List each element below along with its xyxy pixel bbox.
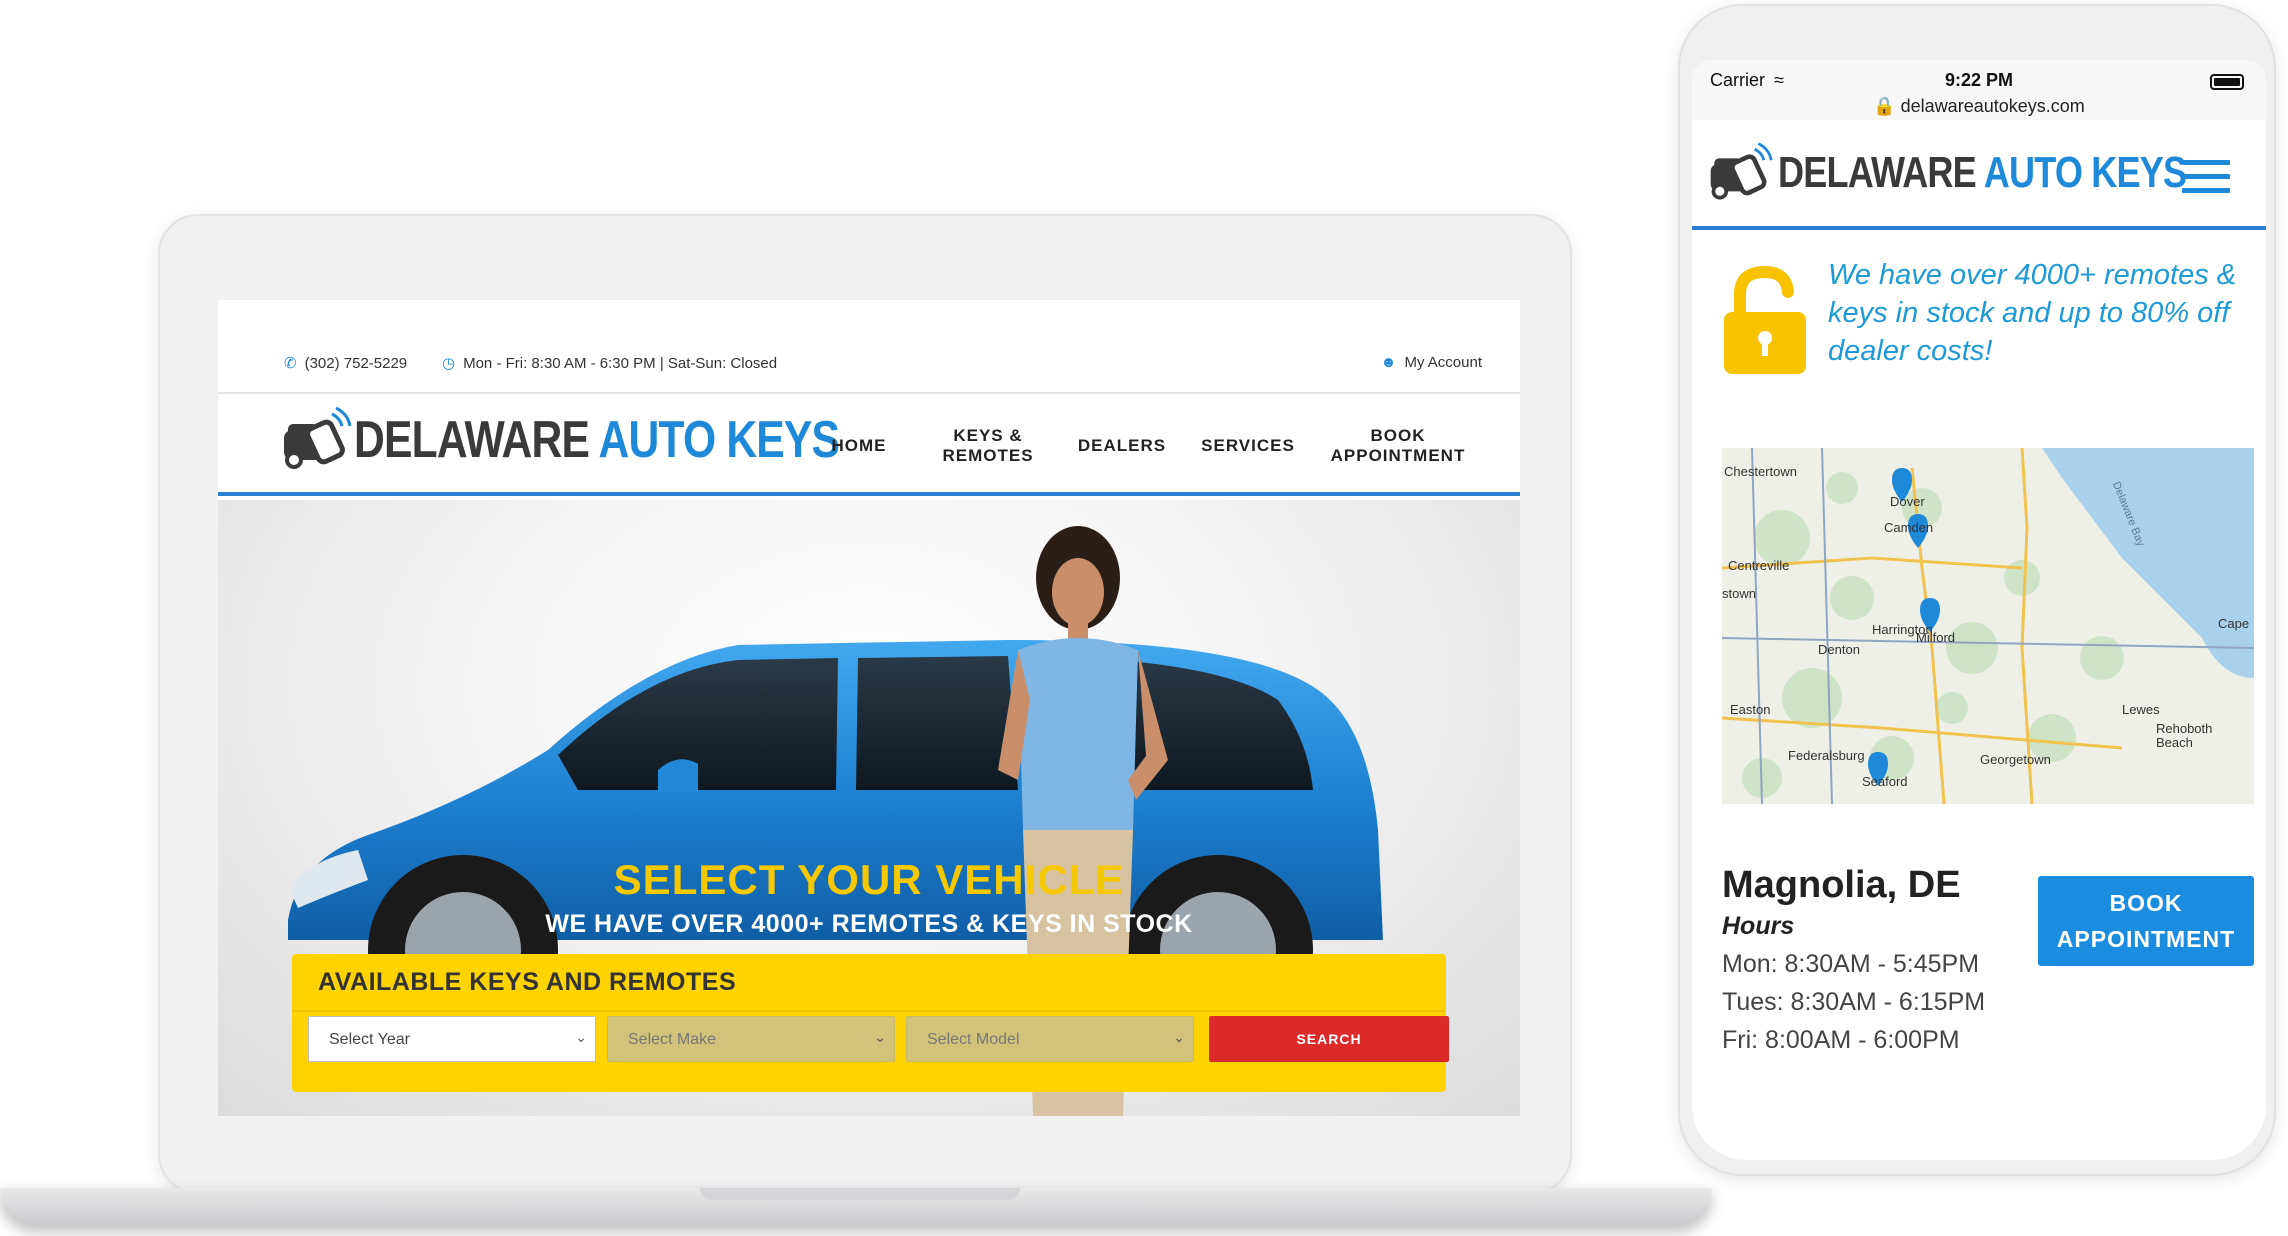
map-label: stown [1722,586,1756,601]
search-divider [292,1010,1446,1012]
business-hours: ◷ Mon - Fri: 8:30 AM - 6:30 PM | Sat-Sun… [442,354,778,373]
select-model-value: Select Model [927,1031,1020,1048]
map-label: Chestertown [1724,464,1797,479]
phone-link[interactable]: ✆ (302) 752-5229 [284,354,408,373]
map-label: Milford [1916,630,1956,645]
hours-line: Mon: 8:30AM - 5:45PM [1722,950,1980,978]
logo-wordmark: DELAWARE AUTO KEYS [354,411,840,469]
main-navbar: DELAWARE AUTO KEYS HOME KEYS & REMOTES D… [218,394,1520,496]
map-label: Centreville [1728,558,1790,573]
hours-line: Tues: 8:30AM - 6:15PM [1722,988,1986,1016]
map-label: Cape [2218,616,2250,631]
desktop-website: ✆ (302) 752-5229 ◷ Mon - Fri: 8:30 AM - … [218,300,1520,1116]
user-icon: ☻ [1380,354,1397,371]
vehicle-search-panel: AVAILABLE KEYS AND REMOTES Select Year ⌄… [292,954,1449,1092]
dealer-locations-map[interactable]: Chestertown Dover Camden Centreville sto… [1722,448,2254,804]
hero-subtitle: WE HAVE OVER 4000+ REMOTES & KEYS IN STO… [545,910,1193,938]
battery-icon [2210,74,2244,90]
chevron-down-icon: ⌄ [1173,1029,1185,1045]
map-label: Seaford [1862,774,1908,789]
select-year-dropdown[interactable]: Select Year ⌄ [308,1016,596,1062]
clock-icon: ◷ [442,355,456,372]
nav-services[interactable]: SERVICES [1178,436,1318,456]
nav-keys-remotes[interactable]: KEYS & REMOTES [918,426,1058,466]
select-model-dropdown[interactable]: Select Model ⌄ [906,1016,1194,1062]
unlocked-padlock-icon [1724,266,1806,374]
mobile-website: Carrier ≈ 9:22 PM 🔒 delawareautokeys.com… [1692,60,2266,1160]
nav-dealers[interactable]: DEALERS [1052,436,1192,456]
nav-home[interactable]: HOME [789,436,929,456]
chevron-down-icon: ⌄ [575,1029,587,1045]
phone-icon: ✆ [284,355,297,372]
book-appointment-button[interactable]: BOOK APPOINTMENT [2038,876,2254,966]
hamburger-menu-icon[interactable] [2182,160,2230,202]
car-key-logo-icon [1710,142,1773,200]
map-label: Camden [1884,520,1934,535]
laptop-notch [700,1188,1020,1200]
map-label: Federalsburg [1788,748,1865,763]
hero-title: SELECT YOUR VEHICLE [613,856,1125,903]
search-panel-title: AVAILABLE KEYS AND REMOTES [318,968,737,996]
my-account-link[interactable]: ☻ My Account [1381,354,1482,371]
map-label: Lewes [2122,702,2160,717]
hours-text: Mon - Fri: 8:30 AM - 6:30 PM | Sat-Sun: … [463,354,778,372]
top-info-bar: ✆ (302) 752-5229 ◷ Mon - Fri: 8:30 AM - … [218,300,1520,394]
hours-line: Fri: 8:00AM - 6:00PM [1722,1026,1960,1054]
chevron-down-icon: ⌄ [874,1029,886,1045]
my-account-label: My Account [1404,354,1482,371]
map-label: Denton [1818,642,1860,657]
status-time: 9:22 PM [1944,70,2014,90]
select-make-dropdown[interactable]: Select Make ⌄ [607,1016,895,1062]
hero-banner: SELECT YOUR VEHICLE WE HAVE OVER 4000+ R… [218,500,1520,1116]
ios-status-bar: Carrier ≈ 9:22 PM 🔒 delawareautokeys.com [1692,60,2266,120]
map-label: Rehoboth Beach [2156,721,2213,750]
address-bar[interactable]: 🔒 delawareautokeys.com [1692,96,2266,117]
hours-heading: Hours [1722,912,1795,940]
select-year-value: Select Year [329,1031,410,1048]
promo-text: We have over 4000+ remotes & keys in sto… [1828,259,2237,367]
map-label: Georgetown [1980,752,2051,767]
car-key-logo-icon [284,406,352,469]
lock-small-icon: 🔒 [1873,96,1896,116]
location-title: Magnolia, DE [1722,864,1961,906]
address-url: delawareautokeys.com [1900,96,2085,116]
map-label: Easton [1730,702,1771,717]
search-button[interactable]: SEARCH [1209,1016,1449,1062]
nav-book-appointment[interactable]: BOOK APPOINTMENT [1318,426,1478,466]
mobile-header: DELAWARE AUTO KEYS [1692,120,2266,230]
phone-number: (302) 752-5229 [304,354,408,372]
select-make-value: Select Make [628,1031,717,1048]
logo-wordmark: DELAWARE AUTO KEYS [1778,148,2187,197]
map-label: Dover [1890,494,1925,509]
